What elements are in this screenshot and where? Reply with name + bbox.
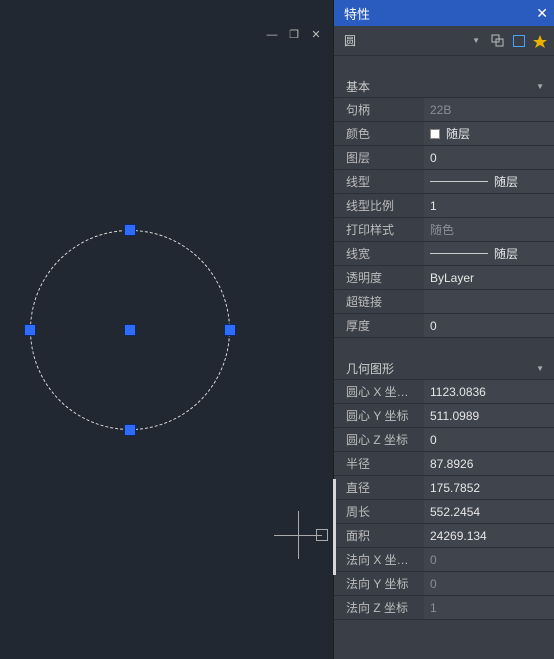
prop-label: 颜色 xyxy=(334,122,424,145)
prop-label: 打印样式 xyxy=(334,218,424,241)
prop-value: 0 xyxy=(424,146,554,169)
prop-linetype[interactable]: 线型 随层 xyxy=(334,170,554,194)
prop-value: 87.8926 xyxy=(424,452,554,475)
panel-close-icon[interactable]: ✕ xyxy=(536,5,548,22)
panel-tools xyxy=(490,33,548,49)
prop-value: 175.7852 xyxy=(424,476,554,499)
prop-normal-x: 法向 X 坐… 0 xyxy=(334,548,554,572)
prop-label: 图层 xyxy=(334,146,424,169)
quick-select-icon[interactable] xyxy=(532,33,548,49)
group-accent xyxy=(333,479,336,575)
prop-linetype-scale[interactable]: 线型比例 1 xyxy=(334,194,554,218)
prop-label: 周长 xyxy=(334,500,424,523)
prop-label: 圆心 Y 坐标 xyxy=(334,404,424,427)
line-sample-icon xyxy=(430,181,488,182)
prop-transparency[interactable]: 透明度 ByLayer xyxy=(334,266,554,290)
prop-value: 随层 xyxy=(424,242,554,265)
prop-label: 线型 xyxy=(334,170,424,193)
grip-center[interactable] xyxy=(124,324,136,336)
prop-normal-y: 法向 Y 坐标 0 xyxy=(334,572,554,596)
prop-label: 句柄 xyxy=(334,98,424,121)
section-basic-title: 基本 xyxy=(346,78,370,95)
prop-value: 随层 xyxy=(424,122,554,145)
prop-value xyxy=(424,290,554,313)
grip-top[interactable] xyxy=(124,224,136,236)
restore-icon[interactable]: ❐ xyxy=(287,28,301,42)
prop-value: 22B xyxy=(424,98,554,121)
prop-value: 随层 xyxy=(424,170,554,193)
prop-plot-style: 打印样式 随色 xyxy=(334,218,554,242)
object-type-label: 圆 xyxy=(344,32,356,49)
prop-value: 0 xyxy=(424,572,554,595)
panel-header: 特性 ✕ xyxy=(334,0,554,26)
lineweight-name: 随层 xyxy=(494,245,518,262)
close-icon[interactable]: ✕ xyxy=(309,28,323,42)
grip-bottom[interactable] xyxy=(124,424,136,436)
color-name: 随层 xyxy=(446,125,470,142)
prop-label: 线宽 xyxy=(334,242,424,265)
prop-label: 厚度 xyxy=(334,314,424,337)
object-type-dropdown[interactable]: 圆 ▼ xyxy=(342,31,484,51)
grip-left[interactable] xyxy=(24,324,36,336)
properties-panel: 特性 ✕ 圆 ▼ 基本 ▼ 句柄 22B 颜色 随层 xyxy=(333,0,554,659)
panel-title: 特性 xyxy=(344,4,370,23)
prop-value: 1 xyxy=(424,596,554,619)
prop-label: 直径 xyxy=(334,476,424,499)
prop-label: 法向 Y 坐标 xyxy=(334,572,424,595)
toggle-pickadd-icon[interactable] xyxy=(490,33,506,49)
section-geometry-title: 几何图形 xyxy=(346,360,394,377)
prop-value: 1 xyxy=(424,194,554,217)
linetype-name: 随层 xyxy=(494,173,518,190)
prop-radius[interactable]: 半径 87.8926 xyxy=(334,452,554,476)
prop-value: 1123.0836 xyxy=(424,380,554,403)
prop-center-x[interactable]: 圆心 X 坐… 1123.0836 xyxy=(334,380,554,404)
object-selector-row: 圆 ▼ xyxy=(334,26,554,56)
chevron-down-icon: ▼ xyxy=(472,36,480,45)
prop-lineweight[interactable]: 线宽 随层 xyxy=(334,242,554,266)
prop-thickness[interactable]: 厚度 0 xyxy=(334,314,554,338)
color-swatch-icon xyxy=(430,129,440,139)
prop-label: 线型比例 xyxy=(334,194,424,217)
section-basic[interactable]: 基本 ▼ xyxy=(334,76,554,98)
prop-value: 0 xyxy=(424,428,554,451)
prop-value: 0 xyxy=(424,548,554,571)
prop-diameter[interactable]: 直径 175.7852 xyxy=(334,476,554,500)
minimize-icon[interactable]: — xyxy=(265,28,279,42)
prop-normal-z: 法向 Z 坐标 1 xyxy=(334,596,554,620)
prop-label: 法向 X 坐… xyxy=(334,548,424,571)
prop-value: 0 xyxy=(424,314,554,337)
drawing-canvas[interactable]: — ❐ ✕ xyxy=(0,0,333,659)
line-sample-icon xyxy=(430,253,488,254)
prop-label: 面积 xyxy=(334,524,424,547)
prop-label: 半径 xyxy=(334,452,424,475)
prop-value: 24269.134 xyxy=(424,524,554,547)
prop-center-y[interactable]: 圆心 Y 坐标 511.0989 xyxy=(334,404,554,428)
prop-hyperlink[interactable]: 超链接 xyxy=(334,290,554,314)
prop-center-z[interactable]: 圆心 Z 坐标 0 xyxy=(334,428,554,452)
chevron-down-icon: ▼ xyxy=(536,82,544,91)
selected-circle[interactable] xyxy=(30,230,230,430)
prop-label: 透明度 xyxy=(334,266,424,289)
prop-label: 法向 Z 坐标 xyxy=(334,596,424,619)
prop-label: 圆心 Z 坐标 xyxy=(334,428,424,451)
prop-color[interactable]: 颜色 随层 xyxy=(334,122,554,146)
prop-label: 超链接 xyxy=(334,290,424,313)
chevron-down-icon: ▼ xyxy=(536,364,544,373)
select-objects-icon[interactable] xyxy=(511,33,527,49)
prop-value: 552.2454 xyxy=(424,500,554,523)
prop-value: ByLayer xyxy=(424,266,554,289)
prop-circumference[interactable]: 周长 552.2454 xyxy=(334,500,554,524)
prop-area[interactable]: 面积 24269.134 xyxy=(334,524,554,548)
prop-handle: 句柄 22B xyxy=(334,98,554,122)
grip-right[interactable] xyxy=(224,324,236,336)
prop-value: 511.0989 xyxy=(424,404,554,427)
prop-label: 圆心 X 坐… xyxy=(334,380,424,403)
viewport-window-controls: — ❐ ✕ xyxy=(265,28,323,42)
prop-layer[interactable]: 图层 0 xyxy=(334,146,554,170)
prop-value: 随色 xyxy=(424,218,554,241)
section-geometry[interactable]: 几何图形 ▼ xyxy=(334,358,554,380)
